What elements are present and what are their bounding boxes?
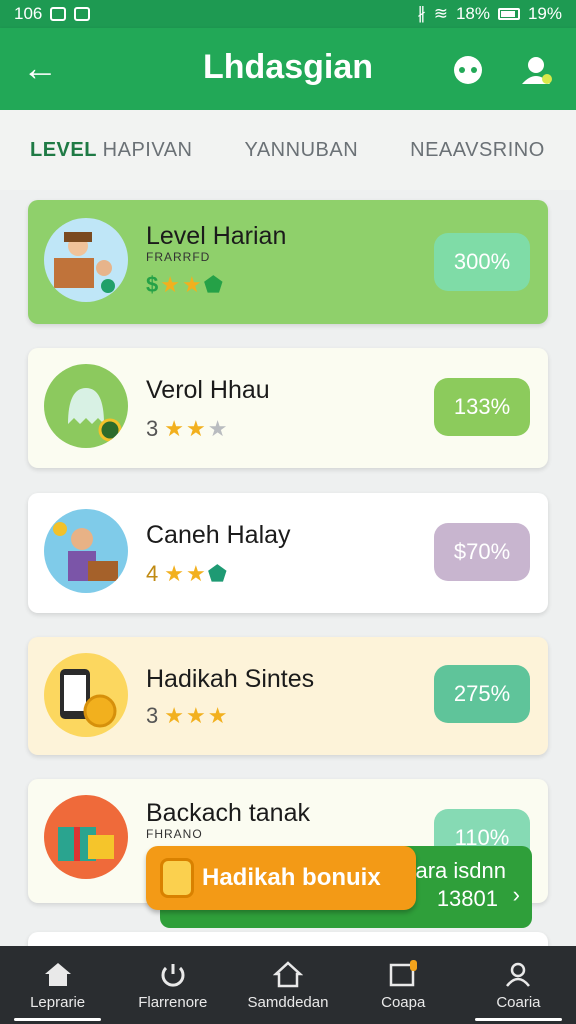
star-icon: ★ bbox=[207, 703, 228, 728]
star-icon: ★ bbox=[160, 272, 180, 297]
promo-value: 13801 bbox=[436, 886, 498, 911]
bluetooth-icon: ∦ bbox=[417, 4, 426, 23]
tab-bar: LEVEL HAPIVAN YANNUBAN NEAAVSRINO bbox=[0, 110, 576, 190]
window-icon bbox=[389, 959, 418, 986]
star-icon: ★ bbox=[185, 416, 206, 441]
nav-item-samddedan[interactable]: Samddedan bbox=[230, 946, 345, 1024]
star-rating: 4 ★ ★ ⬟ bbox=[146, 561, 227, 587]
level-card[interactable]: Hadikah Sintes 3 ★ ★ ★ 275% bbox=[28, 637, 548, 755]
nav-label: Coaria bbox=[496, 993, 541, 1011]
star-icon: ★ bbox=[164, 561, 184, 586]
gift-avatar-icon bbox=[44, 795, 128, 879]
profile-icon[interactable] bbox=[518, 52, 554, 88]
dollar-icon: $ bbox=[146, 272, 159, 297]
nav-item-coapa[interactable]: Coapa bbox=[346, 946, 461, 1024]
bonus-label: Hadikah bonuix bbox=[202, 864, 381, 891]
bonus-button[interactable]: Hadikah bonuix bbox=[146, 846, 416, 910]
badge-icon: ⬟ bbox=[203, 272, 223, 297]
tab-neaavsrino[interactable]: NEAAVSRINO bbox=[410, 139, 545, 162]
star-icon: ★ bbox=[207, 416, 228, 441]
signal-text: 18% bbox=[455, 4, 490, 23]
nav-item-coaria[interactable]: Coaria bbox=[461, 946, 576, 1024]
jar-icon bbox=[160, 858, 194, 898]
ghost-avatar-icon bbox=[44, 364, 128, 448]
percent-badge: 133% bbox=[434, 378, 530, 436]
app-bar: ← Lhdasgian bbox=[0, 28, 576, 110]
card-title: Caneh Halay bbox=[146, 521, 291, 549]
battery-percent: 19% bbox=[527, 4, 562, 23]
notification-icon bbox=[50, 7, 67, 21]
merchant-avatar-icon bbox=[44, 509, 128, 593]
refresh-icon bbox=[161, 963, 185, 987]
star-rating: 3 ★ ★ ★ bbox=[146, 416, 227, 442]
level-card[interactable]: Level Harian FRARRFD $ ★ ★ ⬟ 300% bbox=[28, 200, 548, 324]
card-subtitle: FRARRFD bbox=[146, 250, 211, 264]
tab-label: LEVEL bbox=[30, 138, 97, 161]
status-time: 106 bbox=[14, 4, 43, 23]
house-outline-icon bbox=[273, 960, 303, 987]
card-title: Level Harian bbox=[146, 222, 287, 250]
bottom-nav: Leprarie Flarrenore Samddedan Coapa Coar… bbox=[0, 946, 576, 1024]
nav-label: Leprarie bbox=[30, 993, 86, 1011]
wifi-icon: ≋ bbox=[433, 4, 448, 23]
tab-label-sub: HAPIVAN bbox=[102, 138, 193, 161]
chevron-right-icon: › bbox=[512, 882, 520, 907]
back-arrow-icon[interactable]: ← bbox=[20, 50, 60, 90]
star-icon: ★ bbox=[164, 416, 184, 441]
level-number: 3 bbox=[146, 416, 159, 441]
status-bar: 106 ∦ ≋ 18% 19% bbox=[0, 0, 576, 28]
star-icon: ★ bbox=[164, 703, 184, 728]
shop-avatar-icon bbox=[44, 218, 128, 302]
nav-label: Samddedan bbox=[247, 993, 329, 1011]
star-rating: $ ★ ★ ⬟ bbox=[146, 272, 223, 298]
page-title: Lhdasgian bbox=[202, 48, 374, 86]
percent-badge: 275% bbox=[434, 665, 530, 723]
tab-yannuban[interactable]: YANNUBAN bbox=[244, 139, 358, 162]
chat-icon[interactable] bbox=[450, 52, 486, 88]
star-icon: ★ bbox=[185, 561, 206, 586]
battery-icon bbox=[497, 8, 520, 20]
nav-label: Coapa bbox=[381, 993, 426, 1011]
level-card[interactable]: Verol Hhau 3 ★ ★ ★ 133% bbox=[28, 348, 548, 468]
nav-item-flarrenore[interactable]: Flarrenore bbox=[115, 946, 230, 1024]
notification-icon bbox=[74, 7, 91, 21]
card-title: Backach tanak bbox=[146, 799, 310, 827]
star-icon: ★ bbox=[185, 703, 206, 728]
badge-icon: ⬟ bbox=[207, 561, 227, 586]
phone-coin-avatar-icon bbox=[44, 653, 128, 737]
star-rating: 3 ★ ★ ★ bbox=[146, 703, 227, 729]
nav-item-leprarie[interactable]: Leprarie bbox=[0, 946, 115, 1024]
card-title: Verol Hhau bbox=[146, 376, 270, 404]
promo-text: ara isdnn bbox=[415, 858, 506, 883]
percent-badge: 300% bbox=[434, 233, 530, 291]
profile-icon bbox=[506, 962, 531, 987]
home-icon bbox=[44, 962, 71, 986]
level-number: 4 bbox=[146, 561, 159, 586]
star-icon: ★ bbox=[181, 272, 202, 297]
tab-level-harian[interactable]: LEVEL HAPIVAN bbox=[30, 139, 192, 162]
card-subtitle: FHRANO bbox=[146, 827, 203, 841]
level-card[interactable]: Caneh Halay 4 ★ ★ ⬟ $70% bbox=[28, 493, 548, 613]
level-number: 3 bbox=[146, 703, 159, 728]
card-title: Hadikah Sintes bbox=[146, 665, 315, 693]
nav-label: Flarrenore bbox=[138, 993, 208, 1011]
percent-badge: $70% bbox=[434, 523, 530, 581]
